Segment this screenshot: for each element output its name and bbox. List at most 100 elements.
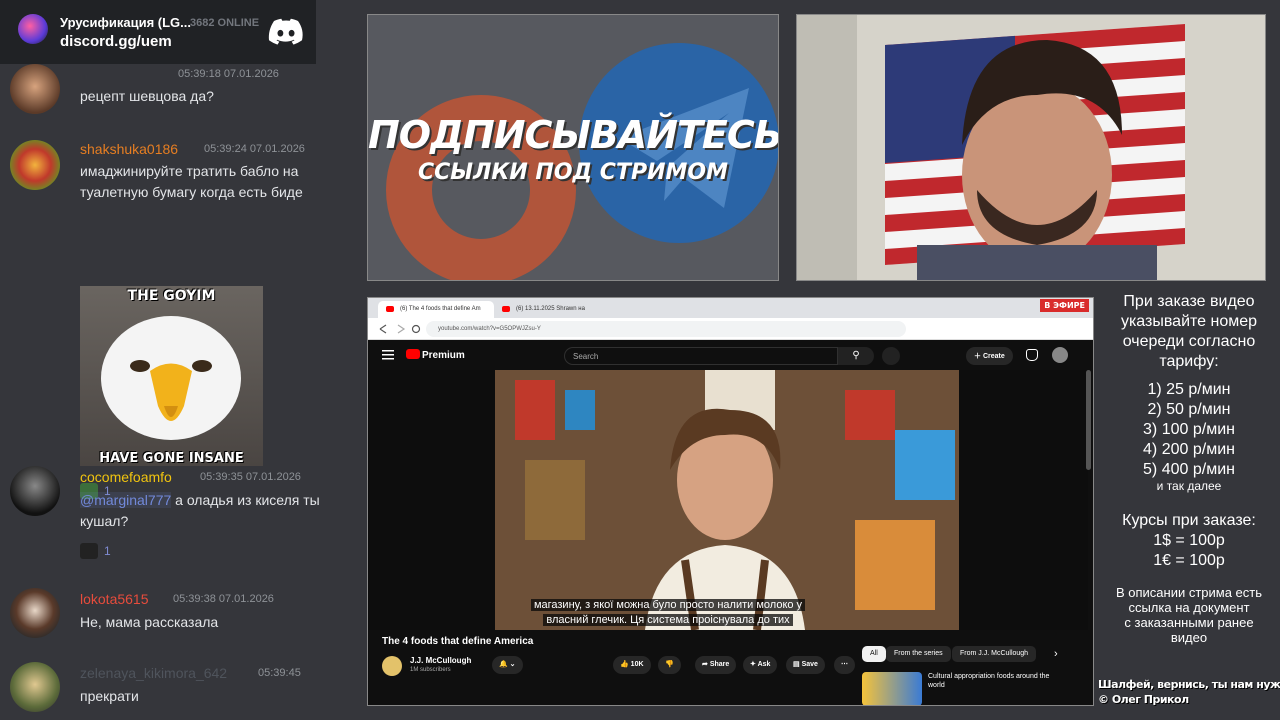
meme-image[interactable]: THE GOYIM HAVE GONE INSANE: [80, 286, 263, 466]
meme-bottom-text: HAVE GONE INSANE: [99, 451, 244, 466]
server-icon: [18, 14, 48, 44]
user-mention[interactable]: @marginal777: [80, 492, 172, 508]
description-line: ссылка на документ: [1128, 600, 1250, 615]
share-button[interactable]: ➦ Share: [695, 656, 737, 674]
webcam-feed: [796, 14, 1266, 281]
create-button[interactable]: ＋ Create: [966, 347, 1013, 365]
url-field[interactable]: youtube.com/watch?v=G5OPWJZsu-Y: [426, 321, 906, 337]
chip-from-series[interactable]: From the series: [886, 646, 951, 662]
video-scene-image: [495, 370, 959, 630]
discord-logo-icon: [268, 18, 303, 45]
tariff-line: 4) 200 р/мин: [1143, 441, 1235, 458]
rate-line: 1€ = 100р: [1153, 552, 1225, 569]
browser-window: (6) The 4 foods that define Am (6) 13.11…: [367, 297, 1094, 706]
video-title: The 4 foods that define America: [382, 636, 534, 647]
recommended-title[interactable]: Cultural appropriation foods around the …: [928, 672, 1058, 690]
order-text-line: указывайте номер: [1120, 313, 1258, 330]
video-frame: [495, 370, 959, 630]
webcam-image: [797, 15, 1265, 280]
emoji-icon: [80, 543, 98, 559]
live-badge: В ЭФИРЕ: [1040, 299, 1089, 312]
avatar: [10, 64, 60, 114]
nav-arrows-icon[interactable]: [372, 318, 422, 340]
address-bar: youtube.com/watch?v=G5OPWJZsu-Y: [368, 318, 1093, 340]
subscribe-bell-button[interactable]: 🔔 ⌄: [492, 656, 523, 674]
message-time: 05:39:24 07.01.2026: [204, 143, 305, 155]
tariff-line: 5) 400 р/мин: [1143, 461, 1235, 478]
and-more-text: и так далее: [1156, 479, 1222, 493]
banner-subtitle: ССЫЛКИ ПОД СТРИМОМ: [418, 160, 728, 185]
reaction[interactable]: 1: [80, 540, 111, 562]
description-line: с заказанными ранее: [1124, 615, 1254, 630]
message-text: прекрати: [80, 688, 139, 704]
tariff-line: 1) 25 р/мин: [1147, 381, 1231, 398]
browser-tab[interactable]: (6) 13.11.2025 Shrawn на: [494, 301, 610, 318]
chat-feed: 05:39:18 07.01.2026 рецепт шевцова да? s…: [0, 64, 360, 720]
order-text-line: тарифу:: [1159, 353, 1219, 370]
video-player[interactable]: магазину, з якої можна було просто налит…: [368, 370, 1088, 630]
search-button[interactable]: ⚲: [838, 347, 874, 365]
message-time: 05:39:38 07.01.2026: [173, 593, 274, 605]
ask-button[interactable]: ✦ Ask: [743, 656, 778, 674]
invite-link[interactable]: discord.gg/uem: [60, 33, 172, 50]
description-line: видео: [1170, 630, 1208, 645]
chip-all[interactable]: All: [862, 646, 886, 662]
footer-line: Шалфей, вернись, ты нам нужен.: [1098, 678, 1280, 691]
recommended-thumbnail[interactable]: [862, 672, 922, 705]
menu-icon[interactable]: [382, 350, 394, 360]
order-text-line: При заказе видео: [1123, 293, 1255, 310]
browser-tab-active[interactable]: (6) The 4 foods that define Am: [378, 301, 494, 318]
video-subtitles: магазину, з якої можна було просто налит…: [518, 598, 818, 628]
save-button[interactable]: ▤ Save: [786, 656, 825, 674]
rates-title: Курсы при заказе:: [1122, 512, 1256, 529]
search-input[interactable]: Search: [564, 347, 838, 365]
youtube-header: Premium Search ⚲ ＋ Create: [368, 340, 1093, 370]
subscribe-banner: ПОДПИСЫВАЙТЕСЬ ССЫЛКИ ПОД СТРИМОМ: [367, 14, 779, 281]
message-text: Не, мама рассказала: [80, 614, 219, 630]
avatar: [10, 140, 60, 190]
message-author: shakshuka0186: [80, 141, 179, 157]
message-author: cocomefoamfo: [80, 469, 172, 485]
scrollbar[interactable]: [1086, 370, 1091, 470]
channel-name[interactable]: J.J. McCullough: [410, 656, 471, 665]
eagle-image: [101, 316, 241, 440]
like-button[interactable]: 👍 10K: [613, 656, 651, 674]
description-line: В описании стрима есть: [1115, 585, 1263, 600]
tab-bar: (6) The 4 foods that define Am (6) 13.11…: [368, 298, 1093, 318]
chevron-right-icon[interactable]: ›: [1054, 648, 1058, 660]
message-author: zelenaya_kikimora_642: [80, 665, 228, 681]
message-time: 05:39:18 07.01.2026: [178, 68, 279, 80]
server-name: Урусификация (LG...: [60, 15, 191, 30]
reaction-count: 1: [104, 544, 111, 558]
online-count: 3682 ONLINE: [190, 17, 260, 29]
rate-line: 1$ = 100р: [1153, 532, 1225, 549]
channel-avatar[interactable]: [382, 656, 402, 676]
chip-from-channel[interactable]: From J.J. McCullough: [952, 646, 1037, 662]
more-button[interactable]: ⋯: [834, 656, 855, 674]
tariff-line: 2) 50 р/мин: [1147, 401, 1231, 418]
message-text: имаджинируйте тратить бабло на туалетную…: [80, 163, 303, 200]
message-text: рецепт шевцова да?: [80, 88, 214, 104]
mic-icon[interactable]: [882, 347, 900, 365]
order-info-panel: При заказе видео указывайте номер очеред…: [1098, 292, 1280, 645]
youtube-logo[interactable]: Premium: [406, 349, 465, 361]
banner-title: ПОДПИСЫВАЙТЕСЬ: [368, 113, 779, 157]
footer-copyright: © Олег Прикол: [1098, 693, 1189, 706]
message-text: @marginal777 а оладья из киселя ты кушал…: [80, 492, 320, 529]
footer-caption: Шалфей, вернись, ты нам нужен. © Олег Пр…: [1098, 677, 1280, 707]
notifications-icon[interactable]: [1026, 349, 1038, 361]
message-time: 05:39:35 07.01.2026: [200, 471, 301, 483]
message-author: lokota5615: [80, 591, 149, 607]
discord-widget-header: Урусификация (LG... 3682 ONLINE discord.…: [0, 0, 316, 64]
tariff-line: 3) 100 р/мин: [1143, 421, 1235, 438]
recommended-video[interactable]: Cultural appropriation foods around the …: [862, 670, 1092, 705]
youtube-favicon-icon: [502, 306, 510, 312]
subscriber-count: 1M subscribers: [410, 667, 451, 673]
youtube-favicon-icon: [386, 306, 394, 312]
message-time: 05:39:45: [258, 667, 301, 679]
avatar: [10, 466, 60, 516]
youtube-play-icon: [406, 349, 420, 359]
dislike-button[interactable]: 👎: [658, 656, 681, 674]
user-avatar[interactable]: [1052, 347, 1068, 363]
order-text-line: очереди согласно: [1122, 333, 1256, 350]
